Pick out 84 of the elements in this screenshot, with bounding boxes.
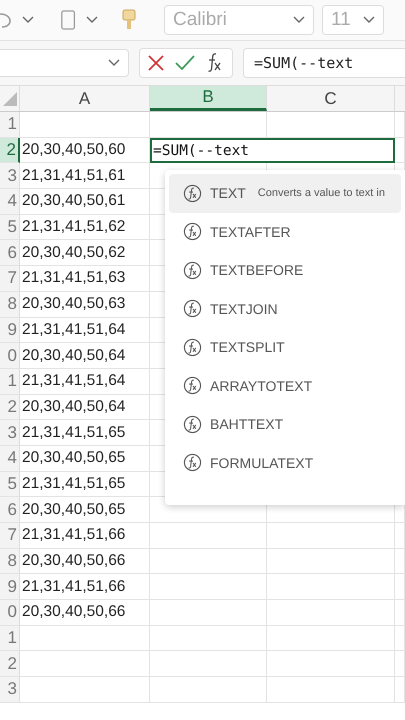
function-suggestion[interactable]: TEXT Converts a value to text in bbox=[169, 174, 401, 212]
undo-icon[interactable] bbox=[0, 10, 14, 30]
table-cell: 20,30,40,50,65 bbox=[20, 446, 150, 472]
chevron-icon bbox=[108, 59, 120, 67]
table-cell: 20,30,40,50,61 bbox=[20, 189, 150, 215]
function-icon bbox=[183, 453, 202, 472]
column-header[interactable]: B bbox=[150, 86, 267, 111]
row-header[interactable]: 9 bbox=[0, 318, 20, 344]
caret-icon bbox=[22, 16, 34, 24]
font-dropdown[interactable]: Calibri bbox=[164, 5, 314, 35]
table-cell: 20,30,40,50,64 bbox=[20, 394, 150, 420]
table-cell: 20,30,40,50,62 bbox=[20, 240, 150, 266]
table-cell: 20,30,40,50,65 bbox=[20, 497, 150, 523]
function-icon bbox=[183, 222, 202, 242]
table-cell: 21,31,41,51,66 bbox=[20, 523, 150, 549]
empty-cell bbox=[395, 651, 405, 678]
chevron-icon bbox=[363, 16, 375, 24]
function-icon bbox=[183, 376, 202, 396]
table-cell: 21,31,41,51,64 bbox=[20, 318, 150, 344]
function-icon bbox=[183, 338, 202, 357]
row-header[interactable]: 1 bbox=[0, 626, 20, 652]
table-cell: 21,31,41,51,65 bbox=[20, 472, 150, 498]
function-description: Converts a value to text in bbox=[258, 187, 385, 200]
cell-editor[interactable]: =SUM(--text bbox=[150, 138, 395, 164]
column-header[interactable]: C bbox=[267, 86, 395, 111]
select-all-icon[interactable] bbox=[3, 92, 17, 106]
table-cell: 21,31,41,51,66 bbox=[20, 574, 150, 600]
row-header[interactable]: 4 bbox=[0, 189, 20, 215]
empty-cell bbox=[395, 626, 405, 652]
row-header[interactable]: 6 bbox=[0, 240, 20, 266]
row-header[interactable]: 3 bbox=[0, 420, 20, 446]
row-header[interactable]: 2 bbox=[0, 394, 20, 420]
row-header[interactable]: 8 bbox=[0, 292, 20, 318]
function-icon bbox=[183, 260, 202, 280]
row-header[interactable]: 1 bbox=[0, 368, 20, 395]
formula-field[interactable]: =SUM(--text bbox=[243, 48, 405, 78]
function-suggestion[interactable]: ARRAYTOTEXT bbox=[169, 366, 401, 405]
paintbrush-icon[interactable] bbox=[122, 8, 136, 32]
checkmark-icon[interactable] bbox=[174, 53, 196, 73]
row-header[interactable]: 6 bbox=[0, 497, 20, 523]
row-header[interactable]: 0 bbox=[0, 343, 20, 369]
table-cell: 21,31,41,51,62 bbox=[20, 214, 150, 240]
empty-cell bbox=[395, 523, 405, 549]
function-suggestion[interactable]: TEXTJOIN bbox=[169, 290, 401, 328]
empty-cell bbox=[395, 112, 405, 138]
empty-cell bbox=[395, 574, 405, 600]
table-cell: 21,31,41,51,65 bbox=[20, 420, 150, 446]
table-cell: 20,30,40,50,66 bbox=[20, 600, 150, 626]
row-header[interactable]: 3 bbox=[0, 163, 20, 190]
cancel-icon[interactable] bbox=[146, 53, 166, 73]
row-header[interactable]: 5 bbox=[0, 472, 20, 498]
row-header[interactable]: 9 bbox=[0, 574, 20, 600]
row-header[interactable]: 7 bbox=[0, 523, 20, 549]
function-suggestion[interactable]: BAHTTEXT bbox=[169, 405, 401, 444]
table-cell: 20,30,40,50,66 bbox=[20, 548, 150, 574]
function-suggestion[interactable]: TEXTBEFORE bbox=[169, 251, 401, 290]
row-header[interactable]: 4 bbox=[0, 446, 20, 472]
row-header[interactable]: 0 bbox=[0, 600, 20, 626]
row-header[interactable]: 8 bbox=[0, 548, 20, 574]
table-cell: 21,31,41,51,64 bbox=[20, 368, 150, 395]
chevron-icon bbox=[293, 16, 305, 24]
empty-cell bbox=[395, 548, 405, 574]
row-header[interactable]: 5 bbox=[0, 214, 20, 240]
table-cell: 20,30,40,50,63 bbox=[20, 292, 150, 318]
row-header[interactable]: 3 bbox=[0, 677, 20, 703]
caret-icon bbox=[86, 16, 98, 24]
function-suggestion[interactable]: FORMULATEXT bbox=[169, 444, 401, 482]
row-header[interactable]: 2 bbox=[0, 651, 20, 678]
empty-cell bbox=[395, 677, 405, 703]
empty-cell bbox=[395, 600, 405, 626]
name-box[interactable] bbox=[0, 49, 129, 77]
function-icon bbox=[183, 414, 202, 434]
table-cell: 21,31,41,51,61 bbox=[20, 163, 150, 190]
function-icon bbox=[183, 184, 202, 203]
row-header[interactable]: 7 bbox=[0, 266, 20, 292]
table-cell: 21,31,41,51,63 bbox=[20, 266, 150, 292]
row-header[interactable]: 1 bbox=[0, 112, 20, 138]
function-suggestion[interactable]: TEXTAFTER bbox=[169, 212, 401, 251]
row-header[interactable]: 2 bbox=[0, 138, 20, 164]
table-cell: 20,30,40,50,64 bbox=[20, 343, 150, 369]
function-icon bbox=[183, 299, 202, 318]
clipboard-icon[interactable] bbox=[60, 8, 78, 32]
function-suggestion[interactable]: TEXTSPLIT bbox=[169, 328, 401, 366]
font-size-dropdown[interactable]: 11 bbox=[322, 5, 384, 35]
